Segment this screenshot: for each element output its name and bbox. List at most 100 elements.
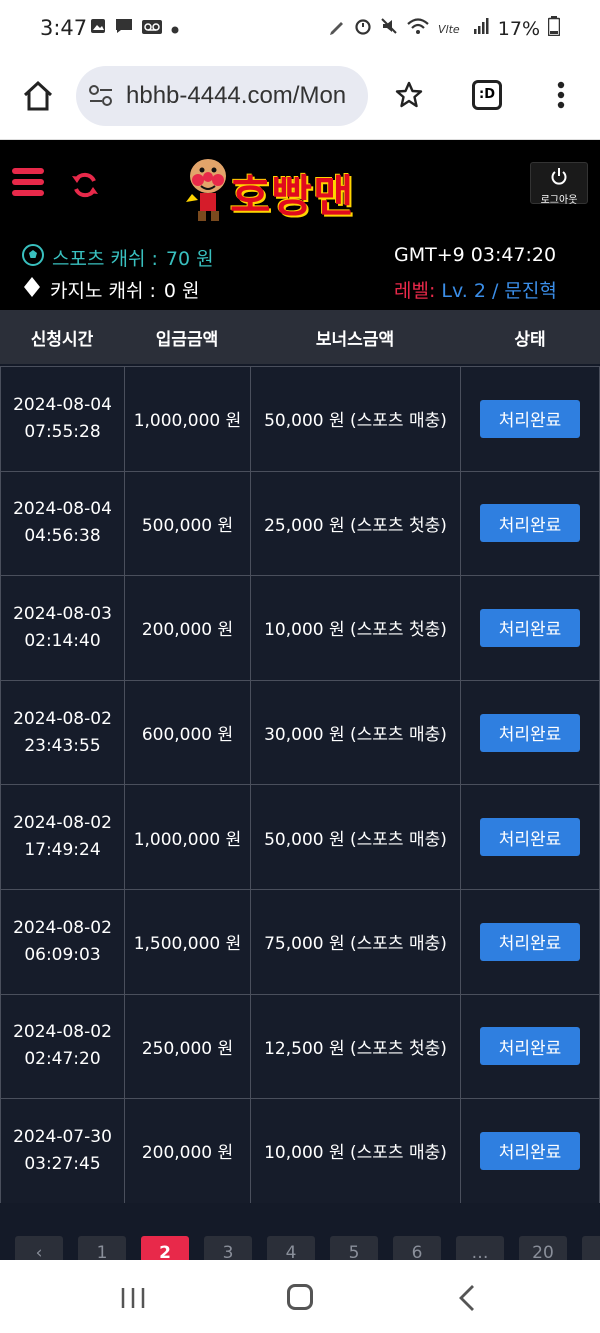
request-date: 2024-08-02 — [13, 708, 112, 729]
system-navigation-bar — [0, 1260, 600, 1333]
page-button[interactable]: › — [582, 1236, 600, 1260]
status-completed-button[interactable]: 처리완료 — [480, 608, 580, 647]
sports-cash-row: 스포츠 캐쉬 : 70 원 — [22, 244, 214, 271]
casino-cash-value: 0 원 — [163, 280, 200, 302]
bonus-amount-cell: 25,000 원 (스포츠 첫충) — [250, 471, 460, 576]
status-completed-button[interactable]: 처리완료 — [480, 1131, 580, 1170]
address-bar[interactable]: hbhb-4444.com/Mon — [76, 66, 368, 126]
browser-toolbar: hbhb-4444.com/Mon :D — [0, 60, 600, 140]
bonus-amount-cell: 50,000 원 (스포츠 매충) — [250, 367, 460, 471]
request-time: 02:47:20 — [24, 1049, 101, 1070]
header-status: 상태 — [514, 329, 546, 350]
page-button[interactable]: 5 — [330, 1236, 378, 1260]
table-row: 2024-08-03 02:14:40 200,000 원 10,000 원 (스포츠… — [0, 575, 600, 680]
site-settings-icon[interactable] — [88, 84, 114, 112]
header-request-time: 신청시간 — [30, 329, 94, 350]
status-completed-button[interactable]: 처리완료 — [480, 818, 580, 857]
status-completed-button[interactable]: 처리완료 — [480, 1027, 580, 1066]
request-time-cell: 2024-08-02 17:49:24 — [0, 785, 124, 889]
logout-label: 로그아웃 — [540, 195, 578, 206]
bonus-amount-cell: 10,000 원 (스포츠 첫충) — [250, 576, 460, 680]
status-completed-button[interactable]: 처리완료 — [480, 399, 580, 438]
status-cell: 처리완료 — [460, 994, 600, 1099]
request-time: 02:14:40 — [24, 630, 101, 651]
diamond-icon — [22, 276, 42, 303]
message-icon — [115, 18, 133, 38]
header-bonus-amount: 보너스금액 — [315, 329, 395, 350]
status-completed-button[interactable]: 처리완료 — [480, 504, 580, 543]
deposit-amount-cell: 250,000 원 — [124, 994, 250, 1099]
request-date: 2024-08-04 — [13, 499, 112, 520]
browser-home-icon[interactable] — [20, 78, 56, 114]
request-date: 2024-07-30 — [13, 1126, 112, 1147]
battery-icon — [547, 16, 561, 41]
header-deposit-amount: 입금금액 — [155, 329, 219, 350]
page-button[interactable]: 4 — [267, 1236, 315, 1260]
table-row: 2024-08-02 17:49:24 1,000,000 원 50,000 원 (스… — [0, 784, 600, 889]
page-button[interactable]: 2 — [141, 1236, 189, 1260]
back-nav-icon[interactable] — [458, 1284, 476, 1316]
page-button[interactable]: 3 — [204, 1236, 252, 1260]
power-icon — [551, 168, 567, 185]
request-date: 2024-08-03 — [13, 603, 112, 624]
home-nav-icon[interactable] — [287, 1284, 313, 1310]
table-row: 2024-08-04 04:56:38 500,000 원 25,000 원 (스포츠… — [0, 470, 600, 576]
level-value: Lv. 2 / 문진혁 — [441, 280, 557, 302]
request-time: 04:56:38 — [24, 526, 101, 547]
bookmark-star-icon[interactable] — [394, 80, 424, 114]
sports-cash-value: 70 원 — [165, 248, 214, 270]
logout-button[interactable]: 로그아웃 — [530, 162, 588, 206]
status-cell: 처리완료 — [460, 471, 600, 576]
account-info-panel: 스포츠 캐쉬 : 70 원 카지노 캐쉬 : 0 원 GMT+9 03:47:2… — [0, 230, 600, 310]
table-row: 2024-08-04 07:55:28 1,000,000 원 50,000 원 (스… — [0, 366, 600, 471]
request-time-cell: 2024-08-04 07:55:28 — [0, 367, 124, 471]
table-body: 2024-08-04 07:55:28 1,000,000 원 50,000 원 (스… — [0, 366, 600, 1203]
request-time: 23:43:55 — [24, 735, 101, 756]
url-text: hbhb-4444.com/Mon — [126, 82, 347, 109]
page-button[interactable]: ‹ — [15, 1236, 63, 1260]
status-completed-button[interactable]: 처리완료 — [480, 713, 580, 752]
browser-menu-icon[interactable] — [556, 80, 566, 114]
table-row: 2024-07-30 03:27:45 200,000 원 10,000 원 (스포츠… — [0, 1098, 600, 1203]
deposit-amount-cell: 1,000,000 원 — [124, 367, 250, 471]
bonus-amount-cell: 30,000 원 (스포츠 매충) — [250, 680, 460, 785]
server-clock: GMT+9 03:47:20 — [394, 244, 557, 266]
request-time-cell: 2024-08-02 23:43:55 — [0, 680, 124, 785]
voicemail-icon — [142, 19, 162, 38]
page-button[interactable]: 6 — [393, 1236, 441, 1260]
request-time: 06:09:03 — [24, 944, 101, 965]
soccer-ball-icon — [22, 244, 44, 271]
svg-text:Vlte: Vlte — [438, 23, 460, 35]
wifi-icon — [406, 17, 430, 40]
request-date: 2024-08-02 — [13, 1022, 112, 1043]
deposit-amount-cell: 200,000 원 — [124, 1099, 250, 1203]
page-button[interactable]: … — [456, 1236, 504, 1260]
deposit-amount-cell: 500,000 원 — [124, 471, 250, 576]
request-date: 2024-08-02 — [13, 917, 112, 938]
pen-icon — [328, 17, 346, 40]
site-logo[interactable]: 호빵맨 — [184, 150, 420, 226]
page-button[interactable]: 1 — [78, 1236, 126, 1260]
tab-switcher-button[interactable]: :D — [472, 80, 502, 110]
bonus-amount-cell: 75,000 원 (스포츠 매충) — [250, 889, 460, 994]
status-bar: 3:47 Vlte 17% — [0, 0, 600, 60]
recent-apps-icon[interactable] — [120, 1286, 146, 1314]
table-row: 2024-08-02 02:47:20 250,000 원 12,500 원 (스포츠… — [0, 993, 600, 1099]
site-header: 호빵맨 로그아웃 — [0, 140, 600, 230]
casino-cash-row: 카지노 캐쉬 : 0 원 — [22, 276, 200, 303]
status-cell: 처리완료 — [460, 785, 600, 889]
status-cell: 처리완료 — [460, 576, 600, 680]
status-time: 3:47 — [40, 16, 88, 40]
page-button[interactable]: 20 — [519, 1236, 567, 1260]
hamburger-menu-icon[interactable] — [12, 168, 44, 200]
deposit-amount-cell: 1,000,000 원 — [124, 785, 250, 889]
level-label: 레벨: — [394, 280, 436, 302]
status-cell: 처리완료 — [460, 680, 600, 785]
request-time-cell: 2024-08-04 04:56:38 — [0, 471, 124, 576]
request-time-cell: 2024-08-02 06:09:03 — [0, 889, 124, 994]
request-time: 03:27:45 — [24, 1153, 101, 1174]
refresh-icon[interactable] — [70, 170, 100, 204]
status-completed-button[interactable]: 처리완료 — [480, 922, 580, 961]
deposit-history-table: 신청시간 입금금액 보너스금액 상태 2024-08-04 07:55:28 1,0… — [0, 310, 600, 1210]
casino-cash-label: 카지노 캐쉬 : — [50, 280, 156, 302]
